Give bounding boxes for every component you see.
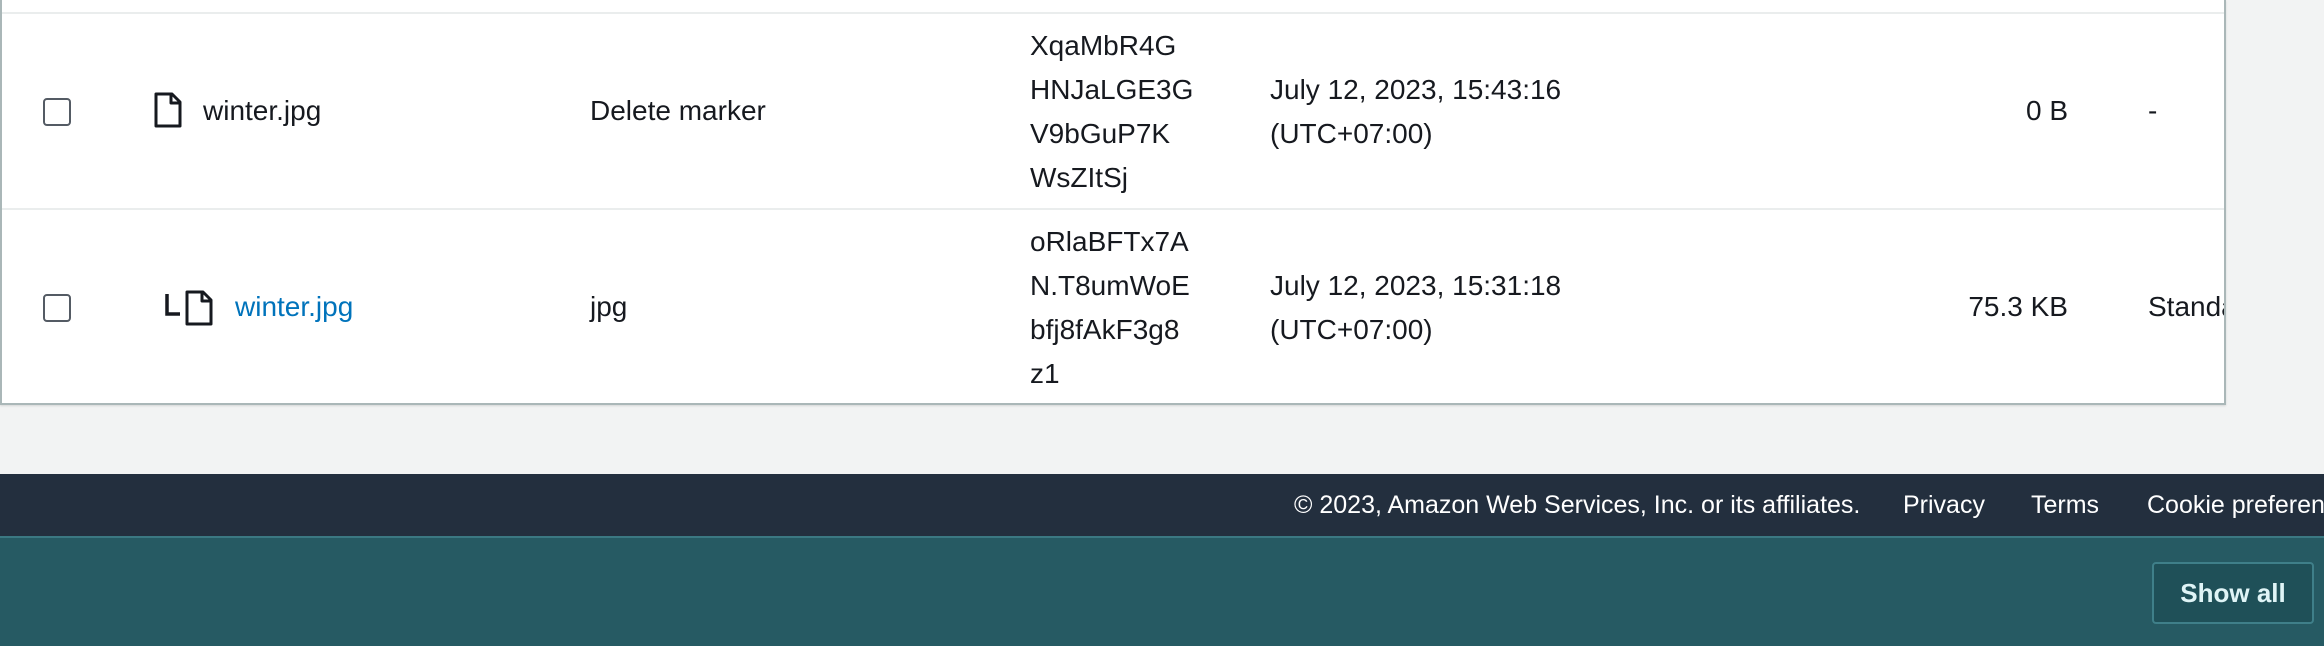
last-modified-timezone: (UTC+07:00) xyxy=(1270,118,1433,149)
terms-link[interactable]: Terms xyxy=(2031,474,2099,536)
last-modified-timezone: (UTC+07:00) xyxy=(1270,314,1433,345)
row-select-checkbox[interactable] xyxy=(43,294,71,322)
last-modified-date: July 12, 2023, 15:31:18 xyxy=(1270,270,1562,301)
object-size: 0 B xyxy=(2025,95,2068,126)
version-id-line: z1 xyxy=(1030,358,1060,389)
table-row: winter.jpg jpg oRlaBFTx7A N.T8umWoE bfj8… xyxy=(2,210,2224,403)
console-footer: © 2023, Amazon Web Services, Inc. or its… xyxy=(0,474,2324,536)
cookie-preferences-link[interactable]: Cookie preferenc xyxy=(2147,474,2324,536)
last-modified-date: July 12, 2023, 15:43:16 xyxy=(1270,74,1562,105)
storage-class: - xyxy=(2148,95,2158,126)
version-id-line: XqaMbR4G xyxy=(1030,30,1177,61)
version-id-line: WsZItSj xyxy=(1030,162,1128,193)
version-id: XqaMbR4G HNJaLGE3G V9bGuP7K WsZItSj xyxy=(1030,24,1220,200)
file-icon xyxy=(185,290,213,326)
version-id-line: bfj8fAkF3g8 xyxy=(1030,314,1180,345)
version-id-line: HNJaLGE3G xyxy=(1030,74,1194,105)
version-branch-icon xyxy=(165,294,180,316)
privacy-link[interactable]: Privacy xyxy=(1903,474,1985,536)
last-modified: July 12, 2023, 15:31:18 (UTC+07:00) xyxy=(1270,264,1561,352)
version-id: oRlaBFTx7A N.T8umWoE bfj8fAkF3g8 z1 xyxy=(1030,220,1220,396)
show-all-button[interactable]: Show all xyxy=(2152,562,2314,624)
version-id-line: oRlaBFTx7A xyxy=(1030,226,1189,257)
row-select-checkbox[interactable] xyxy=(43,98,71,126)
versions-table: winter.jpg Delete marker XqaMbR4G HNJaLG… xyxy=(0,0,2226,405)
object-type: jpg xyxy=(590,291,628,322)
file-icon xyxy=(154,92,182,128)
version-id-line: N.T8umWoE xyxy=(1030,270,1190,301)
object-type: Delete marker xyxy=(590,95,766,126)
object-name-link[interactable]: winter.jpg xyxy=(235,285,353,329)
object-name: winter.jpg xyxy=(203,95,322,126)
notification-bar: Show all xyxy=(0,536,2324,646)
last-modified: July 12, 2023, 15:43:16 (UTC+07:00) xyxy=(1270,68,1561,156)
copyright-text: © 2023, Amazon Web Services, Inc. or its… xyxy=(1294,491,1861,519)
version-id-line: V9bGuP7K xyxy=(1030,118,1171,149)
table-row: winter.jpg Delete marker XqaMbR4G HNJaLG… xyxy=(2,14,2224,208)
storage-class: Standa xyxy=(2148,291,2224,322)
object-size: 75.3 KB xyxy=(1968,291,2068,322)
